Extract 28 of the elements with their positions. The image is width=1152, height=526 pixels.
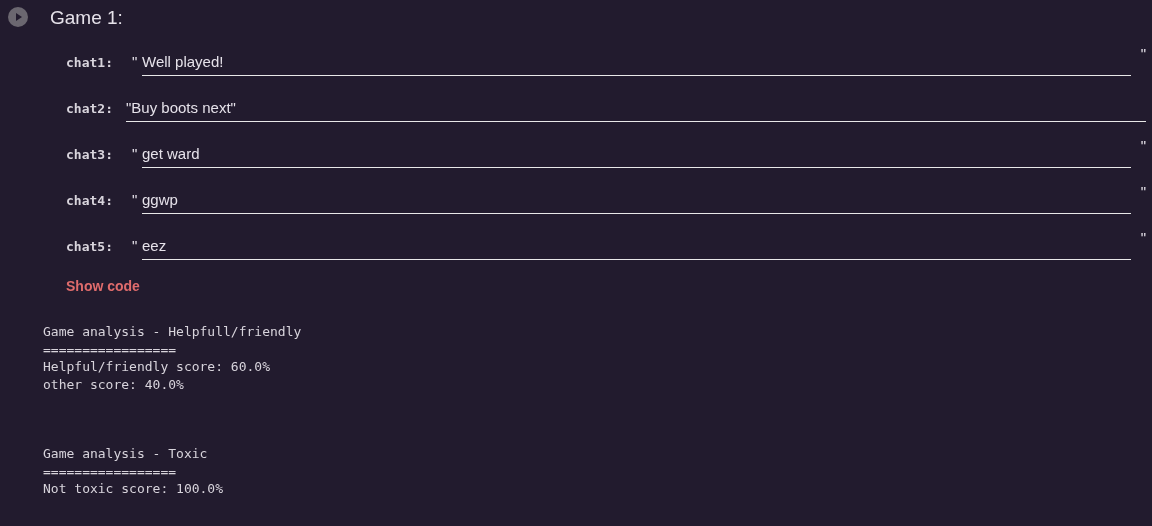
field-label: chat5:: [66, 237, 114, 256]
output-line: =================: [43, 340, 178, 358]
input-field[interactable]: "Buy boots next": [126, 96, 1146, 122]
input-field[interactable]: get ward: [142, 142, 1131, 168]
quote-mark: ": [1139, 227, 1146, 248]
cell-title: Game 1:: [50, 7, 123, 28]
output-line: =================: [43, 462, 178, 480]
field-label: chat2:: [66, 99, 114, 118]
output-line: Not toxic score: 100.0%: [43, 480, 224, 498]
field-label: chat4:: [66, 191, 114, 210]
field-label: chat3:: [66, 145, 114, 164]
output-line: other score: 40.0%: [43, 375, 185, 393]
output-line: Game analysis - Toxic: [43, 445, 209, 463]
quote-mark: ": [1139, 181, 1146, 202]
show-code-link[interactable]: Show code: [66, 278, 140, 294]
output-line: Game analysis - Helpfull/friendly: [43, 323, 303, 341]
quote-mark: ": [1139, 135, 1146, 156]
input-field[interactable]: eez: [142, 234, 1131, 260]
quote-mark: ": [1139, 43, 1146, 64]
output-line: Helpful/friendly score: 60.0%: [43, 358, 271, 376]
quote-mark: ": [132, 143, 139, 164]
quote-mark: ": [132, 235, 139, 256]
quote-mark: ": [132, 51, 139, 72]
input-field[interactable]: Well played!: [142, 50, 1131, 76]
quote-mark: ": [132, 189, 139, 210]
run-icon[interactable]: [8, 7, 28, 27]
input-field[interactable]: ggwp: [142, 188, 1131, 214]
field-label: chat1:: [66, 53, 114, 72]
